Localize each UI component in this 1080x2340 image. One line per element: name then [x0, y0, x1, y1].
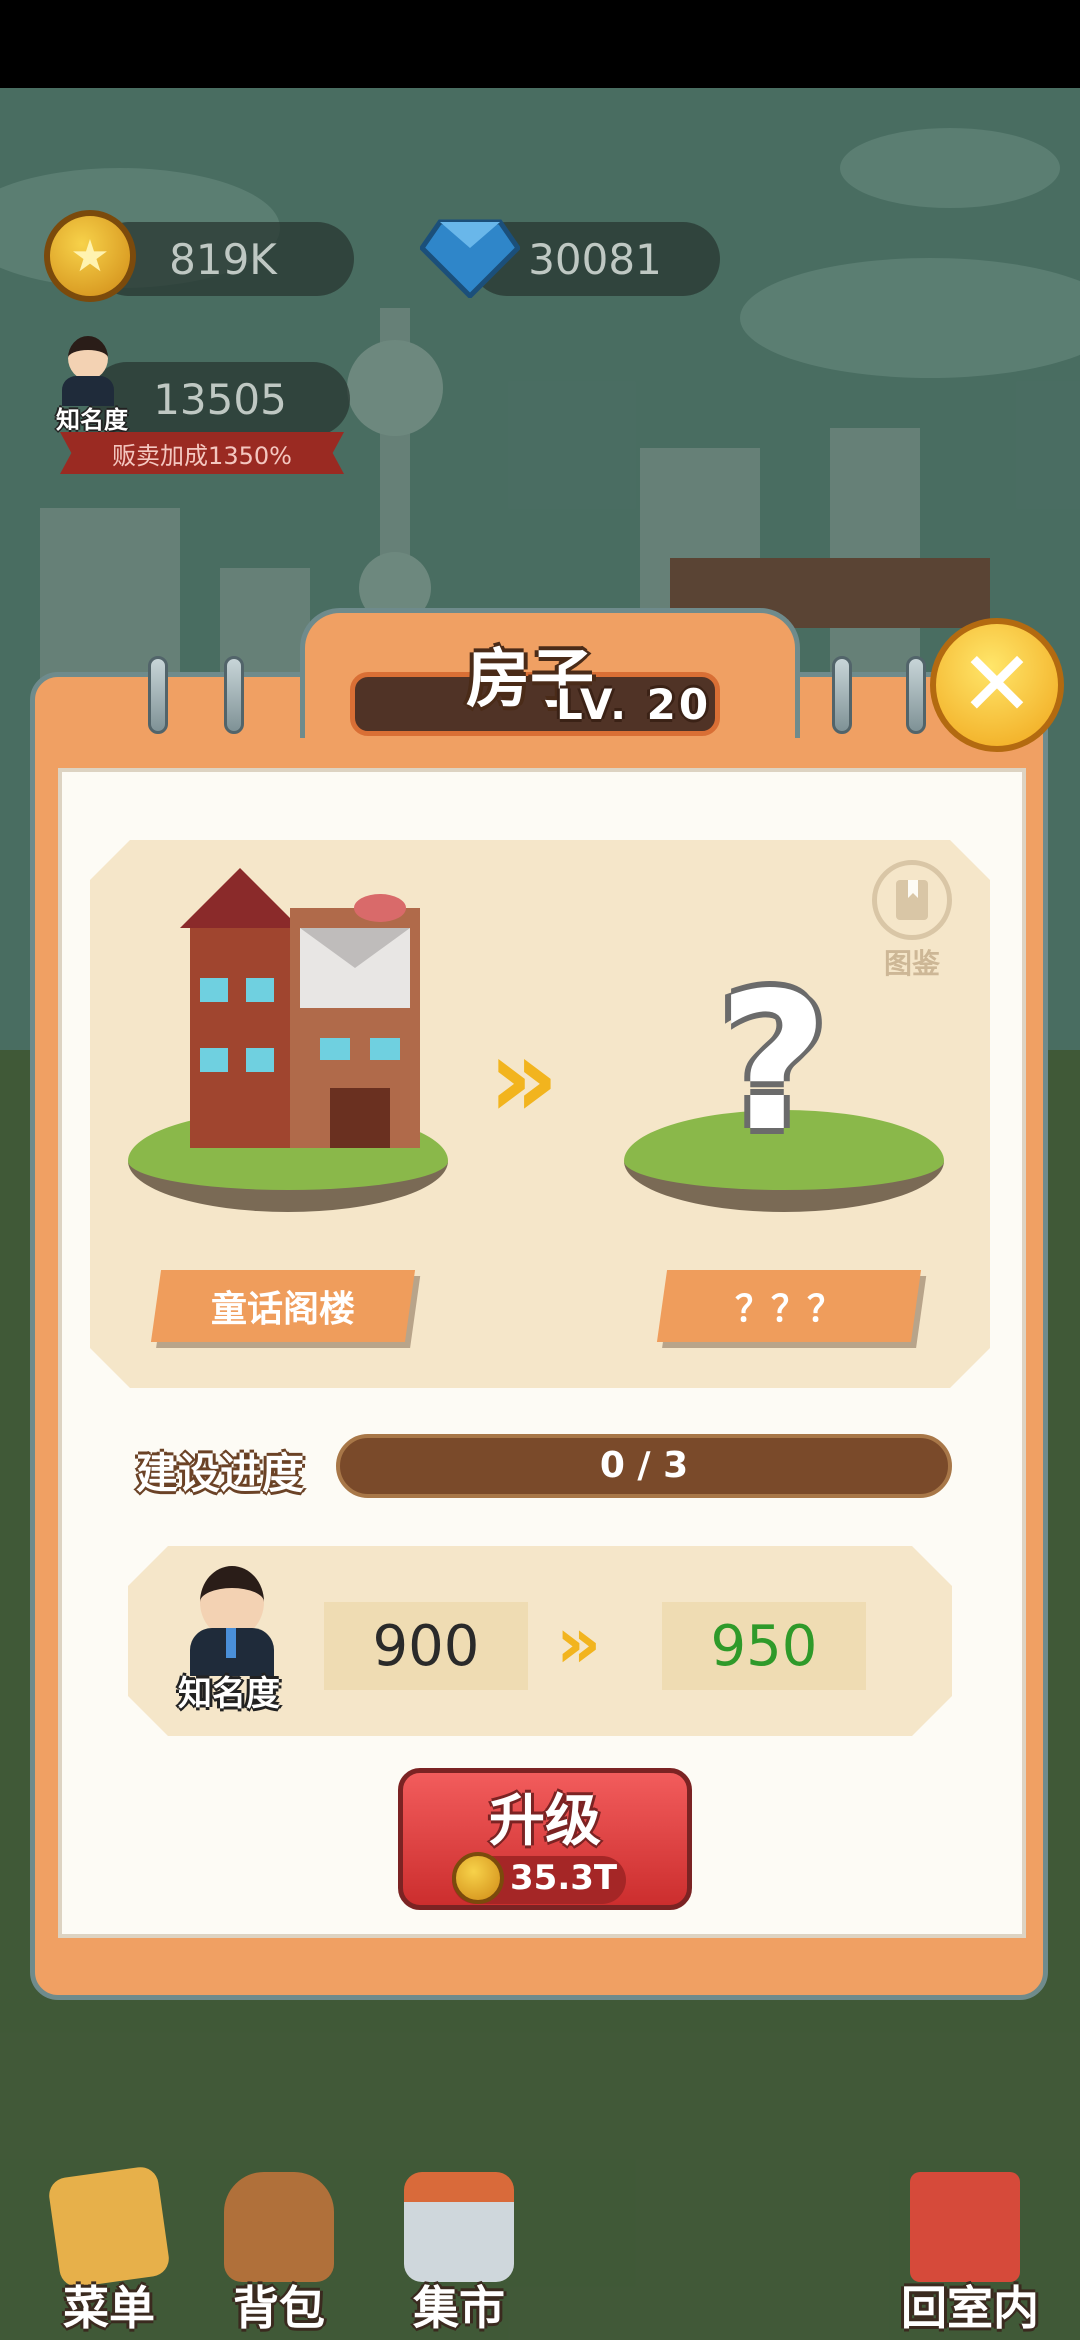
reputation-from-value: 900 — [372, 1613, 480, 1679]
gem-icon — [420, 219, 520, 298]
binder-ring-icon — [832, 656, 852, 734]
next-building-label: ？？？ — [734, 1289, 843, 1330]
reputation-reward-label: 知名度 — [178, 1674, 280, 1714]
sell-bonus-tag: 贩卖加成1350% — [60, 432, 344, 474]
backpack-icon — [224, 2172, 334, 2282]
menu-book-icon — [46, 2164, 172, 2290]
atlas-button[interactable] — [872, 860, 952, 940]
coin-icon — [452, 1852, 504, 1904]
nav-market-label: 集市 — [413, 2281, 505, 2335]
close-icon: ✕ — [959, 632, 1035, 737]
progress-text: 0 / 3 — [599, 1445, 689, 1486]
current-building-image — [180, 868, 420, 1148]
nav-menu-label: 菜单 — [63, 2281, 155, 2335]
book-icon — [896, 880, 928, 920]
atlas-label: 图鉴 — [883, 947, 940, 980]
nav-bag-label: 背包 — [233, 2281, 325, 2335]
binder-ring-icon — [224, 656, 244, 734]
current-building-name: 童话阁楼 — [150, 1270, 416, 1342]
coin-value: 819K — [169, 234, 277, 284]
reputation-to-value: 950 — [710, 1613, 818, 1679]
progress-label: 建设进度 — [136, 1449, 305, 1498]
nav-menu[interactable]: 菜单 — [34, 2164, 184, 2335]
upgrade-cost: 35.3T — [510, 1858, 618, 1898]
unknown-building-icon: ? — [718, 952, 829, 1173]
sell-bonus-text: 贩卖加成1350% — [112, 441, 292, 470]
binder-ring-icon — [148, 656, 168, 734]
reputation-label: 知名度 — [56, 406, 128, 434]
reputation-arrow-icon: » — [556, 1602, 602, 1684]
upgrade-button-label: 升级 — [489, 1789, 601, 1854]
reputation-avatar-icon — [186, 1566, 276, 1676]
next-building-name: ？？？ — [656, 1270, 922, 1342]
current-building-label: 童话阁楼 — [210, 1289, 355, 1330]
level-text: LV. 20 — [556, 680, 712, 729]
close-button[interactable]: ✕ — [930, 618, 1064, 752]
reputation-from-box: 900 — [324, 1602, 528, 1690]
nav-home-label: 回室内 — [901, 2281, 1039, 2335]
home-return-icon — [910, 2172, 1020, 2282]
reputation-counter: 13505 — [90, 362, 350, 436]
reputation-value: 13505 — [153, 374, 287, 424]
nav-home[interactable]: 回室内 — [880, 2172, 1060, 2335]
binder-ring-icon — [906, 656, 926, 734]
nav-bag[interactable]: 背包 — [204, 2172, 354, 2335]
gem-value: 30081 — [528, 234, 662, 284]
coin-icon: ★ — [44, 210, 136, 302]
market-shop-icon — [404, 2172, 514, 2282]
upgrade-arrow-icon: » — [488, 1014, 559, 1142]
nav-market[interactable]: 集市 — [384, 2172, 534, 2335]
reputation-avatar-icon — [58, 336, 118, 406]
reputation-to-box: 950 — [662, 1602, 866, 1690]
